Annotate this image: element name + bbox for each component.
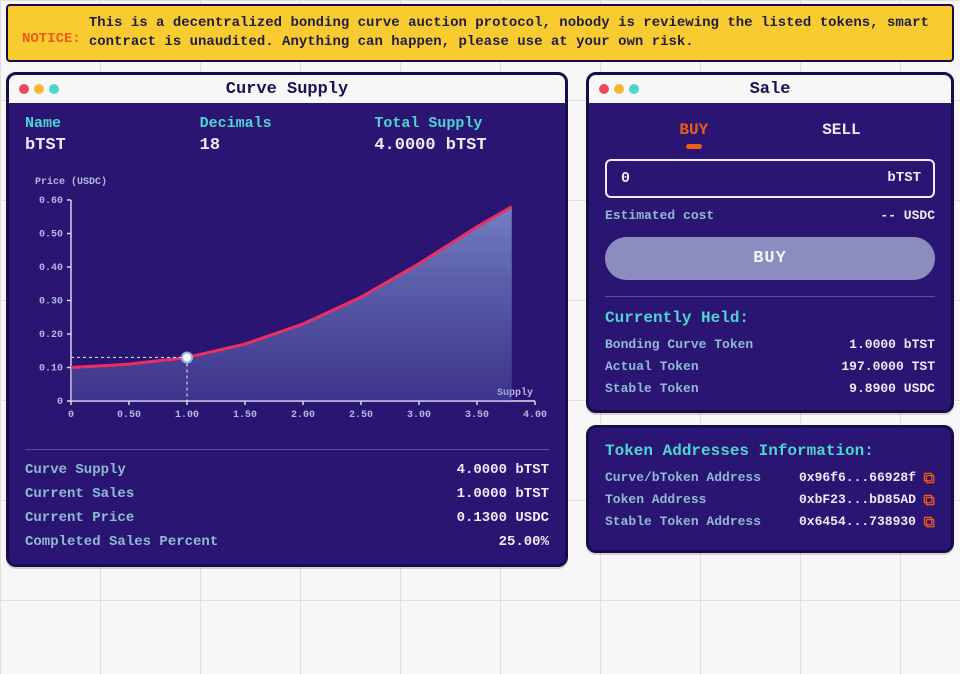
copy-icon[interactable] (922, 493, 935, 506)
address-value: 0x96f6...66928f (799, 470, 916, 485)
buy-button[interactable]: BUY (605, 237, 935, 280)
svg-text:0.60: 0.60 (39, 196, 63, 207)
notice-tag: NOTICE: (22, 14, 81, 49)
close-icon[interactable] (599, 84, 609, 94)
zoom-icon[interactable] (629, 84, 639, 94)
addresses-list: Curve/bToken Address 0x96f6...66928f Token… (605, 470, 935, 529)
token-props: Name bTST Decimals 18 Total Supply 4.000… (25, 115, 549, 155)
divider-line (605, 296, 935, 297)
stat-value: 4.0000 bTST (457, 462, 549, 478)
prop-name: Name bTST (25, 115, 200, 155)
prop-value: 4.0000 bTST (374, 136, 549, 155)
svg-text:3.50: 3.50 (465, 410, 489, 421)
window-title: Sale (599, 80, 941, 99)
amount-input[interactable] (619, 169, 800, 188)
address-value: 0x6454...738930 (799, 514, 916, 529)
zoom-icon[interactable] (49, 84, 59, 94)
prop-value: 18 (200, 136, 375, 155)
held-value: 197.0000 TST (841, 359, 935, 374)
svg-text:0.50: 0.50 (117, 410, 141, 421)
notice-banner: NOTICE: This is a decentralized bonding … (6, 4, 954, 62)
copy-icon[interactable] (922, 471, 935, 484)
prop-total-supply: Total Supply 4.0000 bTST (374, 115, 549, 155)
held-row: Stable Token 9.8900 USDC (605, 381, 935, 396)
stat-label: Current Price (25, 510, 134, 526)
svg-text:0: 0 (57, 397, 63, 408)
prop-label: Total Supply (374, 115, 549, 132)
prop-label: Name (25, 115, 200, 132)
bonding-curve-chart: Price (USDC) 00.100.200.300.400.500.6000… (25, 177, 549, 429)
held-label: Actual Token (605, 359, 699, 374)
prop-decimals: Decimals 18 (200, 115, 375, 155)
stat-row: Completed Sales Percent 25.00% (25, 534, 549, 550)
svg-text:1.00: 1.00 (175, 410, 199, 421)
held-label: Stable Token (605, 381, 699, 396)
svg-text:0.50: 0.50 (39, 229, 63, 240)
estimated-cost-value: -- USDC (880, 208, 935, 223)
held-list: Bonding Curve Token 1.0000 bTST Actual Tok… (605, 337, 935, 396)
traffic-lights (599, 84, 639, 94)
stat-row: Current Price 0.1300 USDC (25, 510, 549, 526)
address-label: Token Address (605, 492, 706, 507)
minimize-icon[interactable] (34, 84, 44, 94)
svg-text:0.40: 0.40 (39, 263, 63, 274)
stat-label: Curve Supply (25, 462, 126, 478)
held-row: Actual Token 197.0000 TST (605, 359, 935, 374)
svg-text:0.30: 0.30 (39, 296, 63, 307)
notice-text: This is a decentralized bonding curve au… (89, 14, 938, 52)
stat-label: Current Sales (25, 486, 134, 502)
stat-row: Current Sales 1.0000 bTST (25, 486, 549, 502)
stat-value: 0.1300 USDC (457, 510, 549, 526)
tab-sell[interactable]: SELL (820, 121, 862, 147)
svg-text:1.50: 1.50 (233, 410, 257, 421)
svg-text:0: 0 (68, 410, 74, 421)
estimated-cost-row: Estimated cost -- USDC (605, 208, 935, 223)
address-label: Curve/bToken Address (605, 470, 761, 485)
window-title: Curve Supply (19, 80, 555, 99)
estimated-cost-label: Estimated cost (605, 208, 714, 223)
held-value: 1.0000 bTST (849, 337, 935, 352)
prop-label: Decimals (200, 115, 375, 132)
chart-svg: 0 0.10 0.20 0.30 0.40 0.50 0.60 0 0.50 1.00 1.50 2.… (25, 194, 549, 429)
stat-label: Completed Sales Percent (25, 534, 218, 550)
buy-sell-tabs: BUY SELL (605, 115, 935, 149)
curve-stats: Curve Supply 4.0000 bTST Current Sales 1.00… (25, 462, 549, 550)
svg-text:3.00: 3.00 (407, 410, 431, 421)
tab-buy[interactable]: BUY (677, 121, 710, 147)
held-label: Bonding Curve Token (605, 337, 753, 352)
held-title: Currently Held: (605, 309, 935, 327)
minimize-icon[interactable] (614, 84, 624, 94)
svg-text:4.00: 4.00 (523, 410, 547, 421)
stat-value: 1.0000 bTST (457, 486, 549, 502)
address-label: Stable Token Address (605, 514, 761, 529)
held-value: 9.8900 USDC (849, 381, 935, 396)
svg-text:2.50: 2.50 (349, 410, 373, 421)
prop-value: bTST (25, 136, 200, 155)
address-value: 0xbF23...bD85AD (799, 492, 916, 507)
addresses-window: Token Addresses Information: Curve/bToke… (586, 425, 954, 553)
curve-supply-window: Curve Supply Name bTST Decimals 18 Total… (6, 72, 568, 567)
amount-input-box[interactable]: bTST (605, 159, 935, 198)
sale-window: Sale BUY SELL bTST Estimated cost -- USD… (586, 72, 954, 413)
amount-unit: bTST (887, 170, 921, 186)
address-row: Curve/bToken Address 0x96f6...66928f (605, 470, 935, 485)
held-row: Bonding Curve Token 1.0000 bTST (605, 337, 935, 352)
stat-value: 25.00% (499, 534, 549, 550)
address-row: Token Address 0xbF23...bD85AD (605, 492, 935, 507)
close-icon[interactable] (19, 84, 29, 94)
copy-icon[interactable] (922, 515, 935, 528)
stat-row: Curve Supply 4.0000 bTST (25, 462, 549, 478)
svg-text:2.00: 2.00 (291, 410, 315, 421)
addresses-title: Token Addresses Information: (605, 442, 935, 460)
address-row: Stable Token Address 0x6454...738930 (605, 514, 935, 529)
svg-text:0.20: 0.20 (39, 330, 63, 341)
divider-line (25, 449, 549, 450)
window-titlebar: Sale (589, 75, 951, 103)
window-titlebar: Curve Supply (9, 75, 565, 103)
traffic-lights (19, 84, 59, 94)
svg-text:0.10: 0.10 (39, 363, 63, 374)
y-axis-title: Price (USDC) (25, 177, 549, 188)
